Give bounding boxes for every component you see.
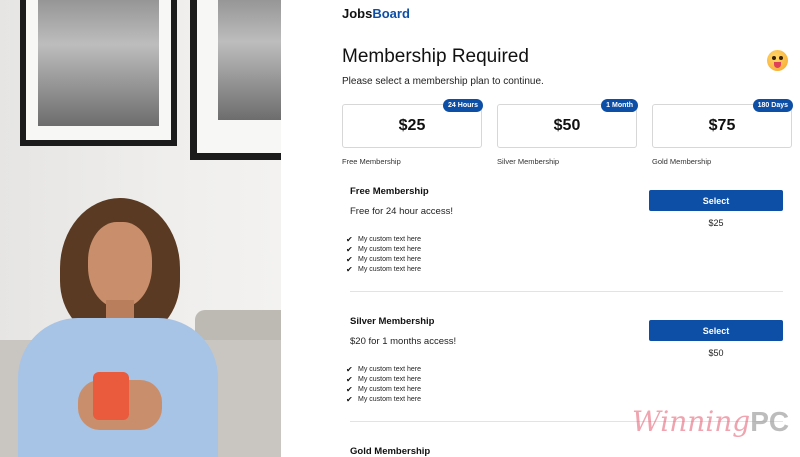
watermark: WinningPC [632, 405, 789, 438]
plan-name: Silver Membership [497, 157, 560, 166]
plan-price: $75 [708, 117, 736, 134]
feature-item: ✔ My custom text here [346, 364, 422, 374]
person-face [88, 222, 152, 308]
plan-name: Gold Membership [652, 157, 712, 166]
wall-picture-frame [20, 0, 177, 146]
watermark-text: Winning [632, 405, 751, 438]
logo-text-jobs: Jobs [342, 6, 373, 21]
hero-photo [0, 0, 281, 457]
section-title: Gold Membership [350, 446, 431, 457]
feature-item: ✔ My custom text here [346, 394, 422, 404]
section-price: $25 [708, 218, 724, 228]
tongue-out-emoji-icon [767, 50, 788, 71]
smartphone [93, 372, 129, 420]
page-title: Membership Required [342, 46, 529, 67]
page-subtitle: Please select a membership plan to conti… [342, 76, 544, 87]
plan-card-silver[interactable]: $50 1 Month [497, 99, 638, 148]
section-description: $20 for 1 months access! [350, 336, 457, 347]
check-icon: ✔ [346, 384, 353, 394]
frame-photo [38, 0, 159, 126]
section-divider [350, 291, 783, 292]
frame-photo [218, 0, 281, 120]
feature-item: ✔ My custom text here [346, 264, 422, 274]
feature-item: ✔ My custom text here [346, 374, 422, 384]
feature-item: ✔ My custom text here [346, 234, 422, 244]
feature-item: ✔ My custom text here [346, 244, 422, 254]
check-icon: ✔ [346, 254, 353, 264]
watermark-text-pc: PC [750, 406, 790, 437]
check-icon: ✔ [346, 364, 353, 374]
plan-price: $50 [553, 117, 581, 134]
select-silver-button[interactable]: Select [649, 320, 783, 341]
feature-list: ✔ My custom text here ✔ My custom text her… [346, 234, 421, 274]
plan-price: $25 [398, 117, 426, 134]
check-icon: ✔ [346, 244, 353, 254]
plan-card-gold[interactable]: $75 180 Days [652, 99, 793, 148]
wall-picture-frame [190, 0, 281, 160]
membership-panel: JobsBoard Membership Required Please sel… [281, 0, 800, 457]
check-icon: ✔ [346, 394, 353, 404]
site-logo[interactable]: JobsBoard [342, 6, 410, 21]
plan-duration-badge: 180 Days [752, 99, 793, 112]
plan-duration-badge: 24 Hours [443, 99, 483, 112]
section-title: Free Membership [350, 186, 429, 197]
plan-duration-badge: 1 Month [601, 99, 638, 112]
logo-text-board: Board [372, 6, 410, 21]
plan-card-free[interactable]: $25 24 Hours [342, 99, 483, 148]
section-description: Free for 24 hour access! [350, 206, 453, 217]
section-price: $50 [708, 348, 724, 358]
check-icon: ✔ [346, 234, 353, 244]
feature-item: ✔ My custom text here [346, 254, 422, 264]
section-title: Silver Membership [350, 316, 435, 327]
feature-item: ✔ My custom text here [346, 384, 422, 394]
feature-list: ✔ My custom text here ✔ My custom text her… [346, 364, 421, 404]
plan-name: Free Membership [342, 157, 401, 166]
check-icon: ✔ [346, 264, 353, 274]
check-icon: ✔ [346, 374, 353, 384]
select-free-button[interactable]: Select [649, 190, 783, 211]
